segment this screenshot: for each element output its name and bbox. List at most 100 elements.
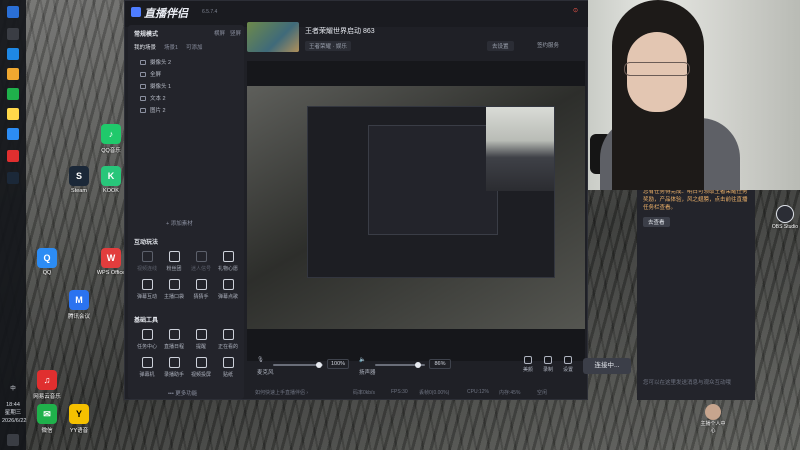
record-icon bbox=[168, 357, 180, 368]
scene-item[interactable]: 图片 2 bbox=[140, 105, 166, 115]
avatar bbox=[705, 404, 721, 420]
tab-scene-1[interactable]: 场景1 bbox=[164, 45, 178, 51]
mic-volume-slider[interactable] bbox=[273, 362, 323, 368]
more-tools-button[interactable]: ••• 更多功能 bbox=[168, 389, 197, 397]
view-task-button[interactable]: 去查看 bbox=[643, 217, 670, 227]
music-icon bbox=[222, 279, 234, 290]
tool-reminder[interactable]: 提醒 bbox=[188, 329, 214, 350]
beauty-button[interactable]: 美颜 bbox=[519, 356, 537, 373]
wechat-taskbar-icon[interactable] bbox=[7, 88, 19, 100]
settings-button[interactable]: 设置 bbox=[559, 356, 577, 373]
record-button[interactable]: 录制 bbox=[539, 356, 557, 373]
clock-time[interactable]: 18:44 bbox=[2, 402, 24, 409]
quick-start-link[interactable]: 如何快速上手直播伴侣 › bbox=[255, 389, 308, 396]
scene-item[interactable]: 文本 2 bbox=[140, 93, 166, 103]
notification-icon[interactable] bbox=[7, 434, 19, 446]
nested-capture-window bbox=[307, 106, 555, 278]
search-icon[interactable] bbox=[7, 28, 19, 40]
app-brand: 直播伴侣 bbox=[144, 8, 188, 20]
app-taskbar-icon[interactable] bbox=[7, 108, 19, 120]
steam-taskbar-icon[interactable] bbox=[7, 172, 19, 184]
gift-icon bbox=[222, 251, 234, 262]
anchor-center-button[interactable]: 主播个人中心 bbox=[700, 404, 726, 434]
stream-preview[interactable] bbox=[247, 61, 585, 361]
desktop-icon-kook[interactable]: K KOOK bbox=[94, 166, 128, 194]
mic-icon bbox=[141, 251, 153, 262]
speaker-icon[interactable]: 🔈 bbox=[359, 357, 366, 363]
tool-pocket[interactable]: 主播口袋 bbox=[161, 279, 187, 300]
add-source-button[interactable]: + 添加素材 bbox=[166, 219, 193, 227]
scene-item[interactable]: 摄像头 2 bbox=[140, 57, 171, 67]
mode-link-landscape[interactable]: 横屏 bbox=[214, 29, 225, 37]
camera-icon bbox=[140, 83, 146, 89]
speaker-volume-value[interactable]: 86% bbox=[429, 359, 451, 369]
tool-task-center[interactable]: 任务中心 bbox=[134, 329, 160, 350]
mic-label: 麦克风 bbox=[257, 370, 274, 376]
beauty-icon bbox=[524, 356, 532, 364]
tencent-meeting-icon: M bbox=[69, 290, 89, 310]
speaker-volume-handle[interactable] bbox=[415, 362, 421, 368]
desktop-icon-qq[interactable]: Q QQ bbox=[30, 248, 64, 276]
tab-addable[interactable]: 可添加 bbox=[186, 45, 203, 51]
tool-gift-wish[interactable]: 礼物心愿 bbox=[215, 251, 241, 272]
live-taskbar-icon[interactable] bbox=[7, 150, 19, 162]
tool-danmaku-machine[interactable]: 弹幕机 bbox=[134, 357, 160, 378]
room-settings-button[interactable]: 去设置 bbox=[487, 41, 514, 51]
desktop-icon-netease[interactable]: ♫ 网易云音乐 bbox=[30, 370, 64, 400]
room-cover-thumbnail[interactable] bbox=[247, 22, 299, 52]
tool-fan-club[interactable]: 粉丝团 bbox=[161, 251, 187, 272]
desktop-icon-obs[interactable]: OBS Studio bbox=[770, 205, 800, 230]
go-live-button[interactable]: 连接中... bbox=[583, 358, 631, 374]
tool-signal[interactable]: 迷人信号 bbox=[188, 251, 214, 272]
tool-sticker[interactable]: 贴纸 bbox=[215, 357, 241, 378]
qq-taskbar-icon[interactable] bbox=[7, 128, 19, 140]
tool-guess[interactable]: 猜猜手 bbox=[188, 279, 214, 300]
mic-volume-handle[interactable] bbox=[316, 362, 322, 368]
desktop-icon-tencent-meeting[interactable]: M 腾讯会议 bbox=[62, 290, 96, 320]
sticker-icon bbox=[222, 357, 234, 368]
desktop-icon-qqmusic[interactable]: ♪ QQ音乐 bbox=[94, 124, 128, 154]
start-icon[interactable] bbox=[7, 6, 19, 18]
tool-schedule[interactable]: 直播日程 bbox=[161, 329, 187, 350]
mic-volume-value[interactable]: 100% bbox=[327, 359, 349, 369]
chat-input[interactable]: 您可以在这里发送消息与观众互动哦 bbox=[643, 378, 749, 386]
desktop-icon-steam[interactable]: S Steam bbox=[62, 166, 96, 194]
room-category-tag[interactable]: 王者荣耀 · 娱乐 bbox=[305, 41, 351, 51]
status-bitrate: 码率0kb/s bbox=[353, 390, 375, 396]
qq-icon: Q bbox=[37, 248, 57, 268]
camera-icon bbox=[140, 59, 146, 65]
people-icon bbox=[141, 279, 153, 290]
tool-video-link[interactable]: 视频连线 bbox=[134, 251, 160, 272]
folder-icon[interactable] bbox=[7, 68, 19, 80]
mic-icon[interactable]: 🎙 bbox=[257, 357, 264, 363]
warning-icon[interactable]: ⊙ bbox=[573, 7, 587, 19]
room-title[interactable]: 王者荣耀世界启动 863 bbox=[305, 26, 375, 36]
tab-my-scenes[interactable]: 我的场景 bbox=[134, 45, 156, 51]
fullscreen-icon bbox=[140, 71, 146, 77]
steam-icon: S bbox=[69, 166, 89, 186]
wechat-icon: ✉ bbox=[37, 404, 57, 424]
tool-cast[interactable]: 视频投屏 bbox=[188, 357, 214, 378]
contract-service-button[interactable]: 签约服务 bbox=[537, 41, 559, 49]
desktop-icon-wechat[interactable]: ✉ 微信 bbox=[30, 404, 64, 434]
mode-selector[interactable]: 常规模式 bbox=[134, 29, 158, 38]
scene-item[interactable]: 摄像头 1 bbox=[140, 81, 171, 91]
speaker-volume-slider[interactable] bbox=[375, 362, 425, 368]
obs-icon bbox=[776, 205, 794, 223]
tool-record[interactable]: 录播助手 bbox=[161, 357, 187, 378]
wps-icon: W bbox=[101, 248, 121, 268]
tool-watching[interactable]: 正在看的 bbox=[215, 329, 241, 350]
brand-logo-icon bbox=[131, 7, 141, 17]
desktop-icon-wps[interactable]: W WPS Office bbox=[94, 248, 128, 276]
text-icon bbox=[140, 95, 146, 101]
shield-icon bbox=[168, 251, 180, 262]
status-memory: 内存:45% bbox=[499, 390, 521, 396]
mode-link-portrait[interactable]: 竖屏 bbox=[230, 29, 241, 37]
tool-danmaku[interactable]: 弹幕互动 bbox=[134, 279, 160, 300]
scene-item[interactable]: 全屏 bbox=[140, 69, 161, 79]
webcam-person-glasses bbox=[624, 62, 690, 76]
tool-song[interactable]: 弹幕点歌 bbox=[215, 279, 241, 300]
edge-icon[interactable] bbox=[7, 48, 19, 60]
input-language[interactable]: 中 bbox=[2, 386, 24, 393]
desktop-icon-yy[interactable]: Y YY语音 bbox=[62, 404, 96, 434]
